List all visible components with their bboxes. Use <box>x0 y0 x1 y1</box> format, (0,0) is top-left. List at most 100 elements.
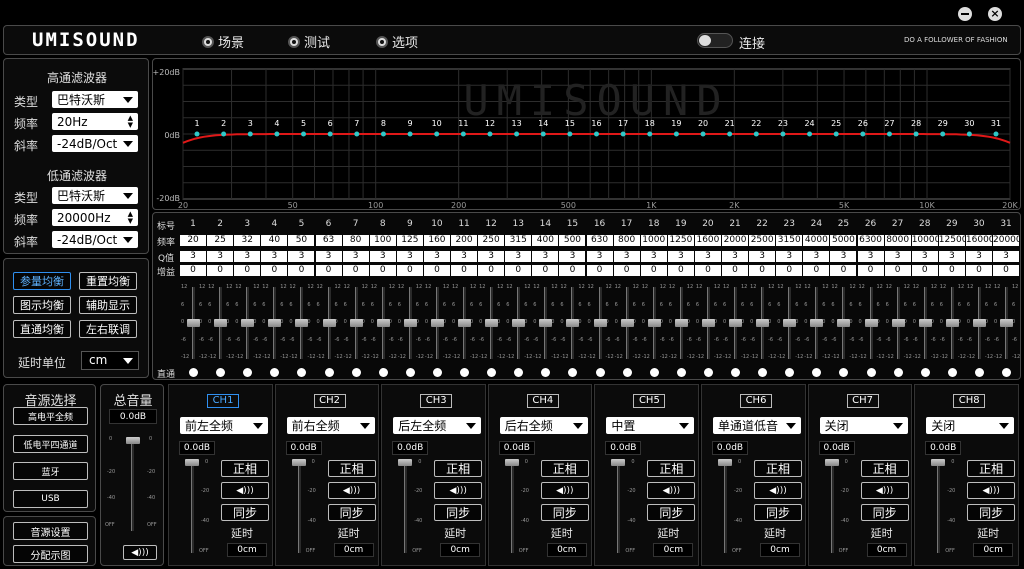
band-freq-input[interactable]: 20 <box>180 235 207 246</box>
band-freq-input[interactable]: 800 <box>613 235 640 246</box>
delay-value[interactable]: 0cm <box>866 543 907 557</box>
band-freq-input[interactable]: 630 <box>586 235 613 246</box>
delay-value[interactable]: 0cm <box>653 543 694 557</box>
band-q-input[interactable]: 3 <box>423 251 450 262</box>
band-gain-input[interactable]: 0 <box>532 265 559 276</box>
band-gain-thumb[interactable] <box>295 319 309 327</box>
band-bypass-toggle[interactable] <box>731 368 740 377</box>
menu-test[interactable]: 测试 <box>288 32 330 51</box>
band-q-input[interactable]: 3 <box>993 251 1020 262</box>
band-bypass-toggle[interactable] <box>324 368 334 377</box>
band-bypass-toggle[interactable] <box>812 368 822 377</box>
eq-point[interactable] <box>487 131 493 137</box>
band-gain-input[interactable]: 0 <box>938 265 965 276</box>
channel-volume-slider[interactable] <box>617 461 621 553</box>
band-q-input[interactable]: 3 <box>640 251 667 262</box>
band-freq-input[interactable]: 125 <box>396 235 423 246</box>
delay-value[interactable]: 0cm <box>227 543 267 557</box>
eq-point[interactable] <box>460 131 466 137</box>
band-gain-input[interactable]: 0 <box>857 265 884 276</box>
band-gain-thumb[interactable] <box>593 319 607 327</box>
band-freq-input[interactable]: 315 <box>505 235 532 246</box>
band-gain-thumb[interactable] <box>972 319 986 327</box>
band-bypass-toggle[interactable] <box>920 368 930 377</box>
band-gain-thumb[interactable] <box>241 319 255 327</box>
band-q-input[interactable]: 3 <box>776 251 803 262</box>
channel-type-select[interactable]: 前左全频 <box>180 417 268 434</box>
channel-type-select[interactable]: 后右全频 <box>499 417 588 434</box>
band-q-input[interactable]: 3 <box>369 251 396 262</box>
eq-point[interactable] <box>380 131 386 137</box>
band-freq-input[interactable]: 12500 <box>938 235 965 246</box>
band-gain-input[interactable]: 0 <box>911 265 938 276</box>
band-freq-input[interactable]: 20000 <box>993 235 1020 246</box>
hpf-type-select[interactable]: 巴特沃斯 <box>52 91 138 108</box>
band-gain-thumb[interactable] <box>729 319 742 327</box>
band-q-input[interactable]: 3 <box>722 251 749 262</box>
eq-point[interactable] <box>727 131 733 137</box>
channel-volume-slider[interactable] <box>404 461 408 553</box>
band-bypass-toggle[interactable] <box>1002 368 1011 377</box>
band-freq-input[interactable]: 500 <box>559 235 586 246</box>
channel-name[interactable]: CH5 <box>633 394 666 408</box>
graphic-eq-button[interactable]: 图示均衡 <box>13 296 71 314</box>
band-q-input[interactable]: 3 <box>586 251 613 262</box>
band-freq-input[interactable]: 400 <box>532 235 559 246</box>
band-gain-thumb[interactable] <box>566 319 580 327</box>
phase-button[interactable]: 正相 <box>754 460 802 477</box>
band-bypass-toggle[interactable] <box>676 368 686 377</box>
band-bypass-toggle[interactable] <box>514 368 524 377</box>
channel-volume-thumb[interactable] <box>824 459 839 466</box>
band-q-input[interactable]: 3 <box>396 251 423 262</box>
band-gain-input[interactable]: 0 <box>559 265 586 276</box>
band-freq-input[interactable]: 32 <box>234 235 261 246</box>
band-gain-input[interactable]: 0 <box>207 265 234 276</box>
band-q-input[interactable]: 3 <box>180 251 207 262</box>
band-freq-input[interactable]: 3150 <box>776 235 803 246</box>
band-gain-input[interactable]: 0 <box>342 265 369 276</box>
band-q-input[interactable]: 3 <box>451 251 478 262</box>
band-gain-input[interactable]: 0 <box>965 265 992 276</box>
band-gain-thumb[interactable] <box>620 319 634 327</box>
eq-point[interactable] <box>753 131 759 137</box>
channel-type-select[interactable]: 关闭 <box>819 417 908 434</box>
delay-value[interactable]: 0cm <box>333 543 374 557</box>
lpf-freq-input[interactable]: 20000Hz ▲ ▼ <box>52 209 138 226</box>
band-gain-thumb[interactable] <box>756 319 770 327</box>
band-q-input[interactable]: 3 <box>288 251 315 262</box>
band-gain-thumb[interactable] <box>430 319 444 327</box>
band-gain-input[interactable]: 0 <box>613 265 640 276</box>
master-volume-thumb[interactable] <box>126 437 140 444</box>
band-q-input[interactable]: 3 <box>694 251 721 262</box>
band-freq-input[interactable]: 80 <box>342 235 369 246</box>
eq-point[interactable] <box>860 131 866 137</box>
band-q-input[interactable]: 3 <box>613 251 640 262</box>
band-gain-thumb[interactable] <box>349 319 363 327</box>
eq-point[interactable] <box>514 131 520 137</box>
phase-button[interactable]: 正相 <box>647 460 696 477</box>
delay-value[interactable]: 0cm <box>440 543 481 557</box>
band-gain-thumb[interactable] <box>674 319 688 327</box>
band-freq-input[interactable]: 6300 <box>857 235 884 246</box>
band-gain-thumb[interactable] <box>376 319 390 327</box>
eq-point[interactable] <box>807 131 813 137</box>
band-gain-input[interactable]: 0 <box>586 265 613 276</box>
eq-point[interactable] <box>407 131 413 137</box>
band-bypass-toggle[interactable] <box>974 368 984 377</box>
channel-volume-thumb[interactable] <box>718 459 732 466</box>
sync-button[interactable]: 同步 <box>754 504 802 521</box>
band-bypass-toggle[interactable] <box>270 368 280 377</box>
hpf-freq-input[interactable]: 20Hz ▲ ▼ <box>52 113 138 130</box>
band-freq-input[interactable]: 25 <box>207 235 234 246</box>
band-freq-input[interactable]: 250 <box>478 235 505 246</box>
connect-toggle[interactable] <box>697 33 733 48</box>
band-bypass-toggle[interactable] <box>649 368 659 377</box>
band-gain-input[interactable]: 0 <box>667 265 694 276</box>
phase-button[interactable]: 正相 <box>860 460 909 477</box>
lpf-slope-select[interactable]: -24dB/Oct <box>52 231 138 248</box>
band-q-input[interactable]: 3 <box>207 251 234 262</box>
band-bypass-toggle[interactable] <box>432 368 442 377</box>
channel-name[interactable]: CH2 <box>313 394 346 408</box>
phase-button[interactable]: 正相 <box>540 460 589 477</box>
band-q-input[interactable]: 3 <box>884 251 911 262</box>
